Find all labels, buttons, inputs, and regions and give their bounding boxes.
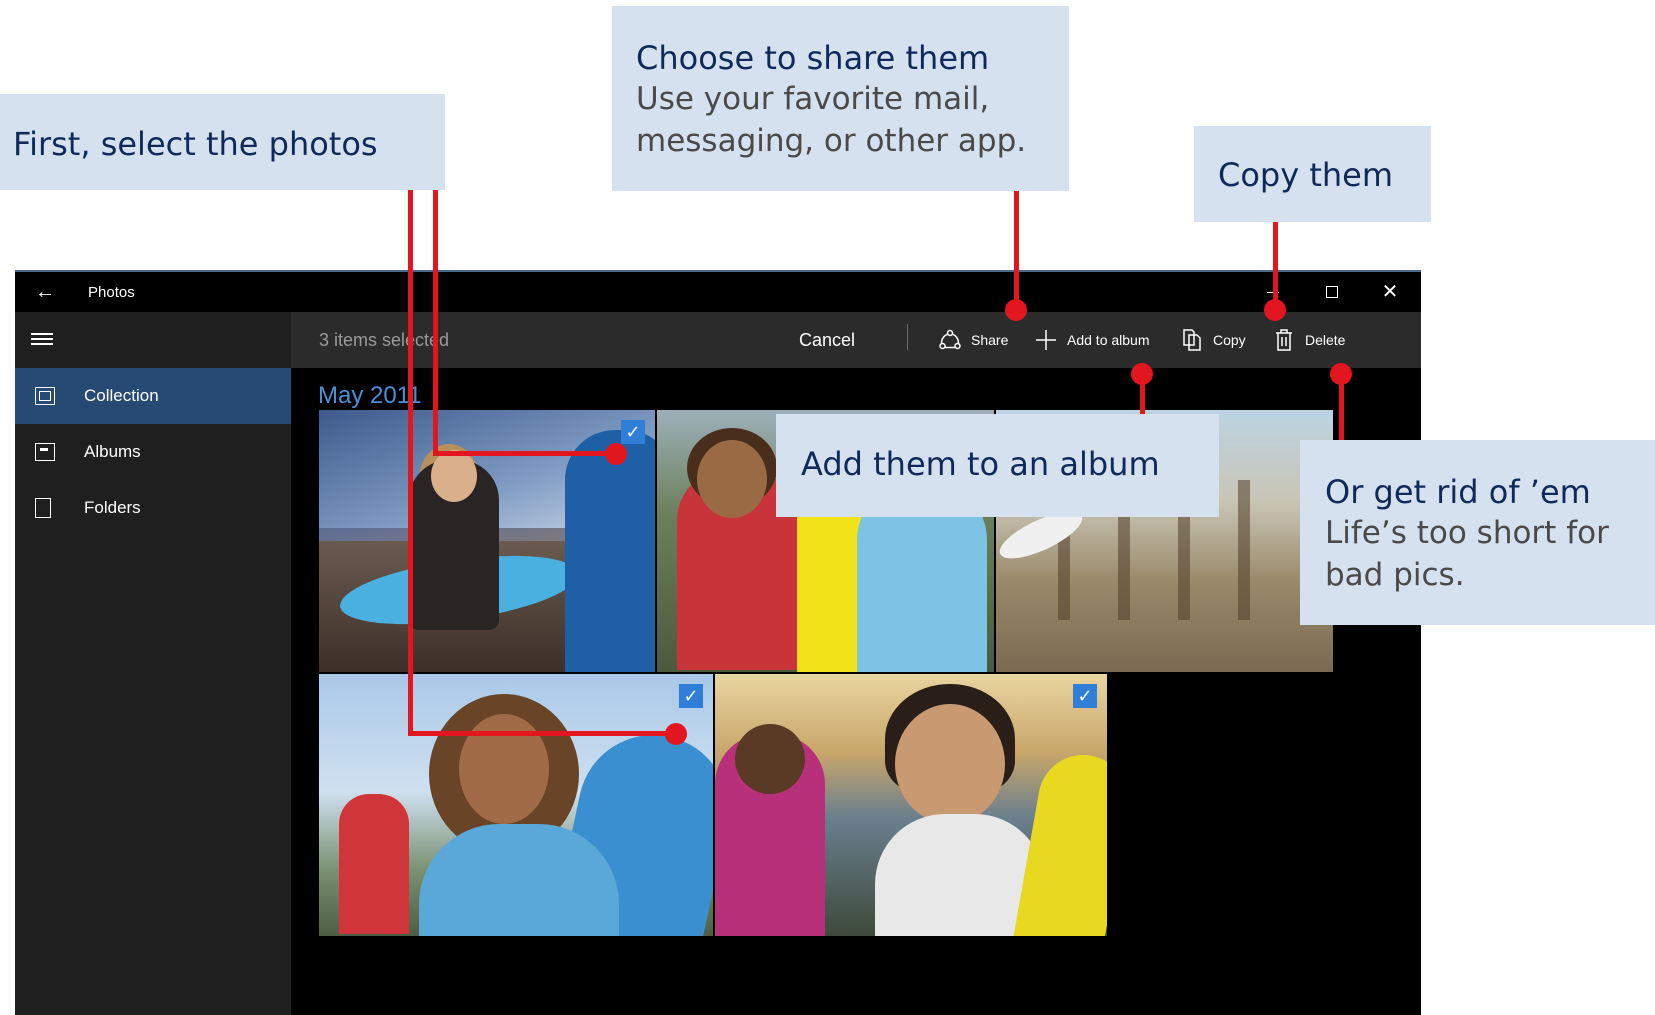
hamburger-menu-icon[interactable]: [31, 330, 57, 350]
albums-icon: [35, 443, 55, 461]
photo-tile[interactable]: ✓: [319, 674, 713, 936]
callout-copy: Copy them: [1194, 126, 1431, 222]
add-to-album-button[interactable]: Add to album: [1033, 326, 1150, 354]
connector-dot: [1264, 299, 1286, 321]
close-button[interactable]: ✕: [1361, 272, 1419, 312]
plus-icon: [1033, 327, 1059, 353]
connector-dot: [1131, 363, 1153, 385]
checkbox-checked-icon[interactable]: ✓: [621, 420, 645, 444]
delete-label: Delete: [1305, 332, 1346, 348]
callout-heading: Or get rid of ’em: [1325, 473, 1591, 511]
callout-heading: Add them to an album: [801, 445, 1160, 483]
callout-delete: Or get rid of ’em Life’s too short for b…: [1300, 440, 1655, 625]
copy-icon: [1179, 327, 1205, 353]
cancel-button[interactable]: Cancel: [799, 330, 855, 351]
maximize-icon: [1326, 286, 1338, 298]
sidebar-item-folders[interactable]: Folders: [15, 480, 291, 536]
connector-dot: [1330, 363, 1352, 385]
connector-line: [1014, 191, 1019, 309]
share-icon: [937, 327, 963, 353]
folders-icon: [35, 498, 51, 518]
connector-line: [408, 190, 413, 736]
add-to-album-label: Add to album: [1067, 332, 1150, 348]
sidebar: Collection Albums Folders: [15, 312, 291, 1015]
checkbox-checked-icon[interactable]: ✓: [1073, 684, 1097, 708]
copy-label: Copy: [1213, 332, 1246, 348]
back-arrow-icon[interactable]: ←: [33, 281, 57, 303]
collection-icon: [35, 387, 55, 405]
photo-image: [715, 674, 1107, 936]
callout-share: Choose to share them Use your favorite m…: [612, 6, 1069, 191]
month-header: May 2011: [318, 382, 422, 409]
delete-button[interactable]: Delete: [1271, 326, 1345, 354]
sidebar-item-label: Collection: [84, 386, 159, 405]
photo-tile[interactable]: ✓: [319, 410, 655, 672]
callout-description: Use your favorite mail, messaging, or ot…: [636, 81, 1027, 159]
connector-line: [433, 190, 438, 456]
connector-line: [433, 451, 616, 456]
divider: [907, 324, 908, 350]
callout-description: Life’s too short for bad pics.: [1325, 515, 1609, 593]
connector-line: [408, 731, 675, 736]
command-bar: 3 items selected Cancel Share Add to alb…: [291, 312, 1421, 368]
connector-line: [1273, 222, 1278, 309]
share-button[interactable]: Share: [937, 326, 1008, 354]
sidebar-item-albums[interactable]: Albums: [15, 424, 291, 480]
checkbox-checked-icon[interactable]: ✓: [679, 684, 703, 708]
photos-app-window: ← Photos ✕ Collection Albums Folders 3 i…: [15, 270, 1421, 1015]
callout-heading: Copy them: [1218, 156, 1394, 194]
close-icon: ✕: [1381, 281, 1399, 303]
photo-image: [319, 410, 655, 672]
sidebar-item-collection[interactable]: Collection: [15, 368, 291, 424]
maximize-button[interactable]: [1303, 272, 1361, 312]
sidebar-item-label: Albums: [84, 442, 141, 461]
app-title: Photos: [88, 284, 135, 301]
photo-image: [319, 674, 713, 936]
callout-heading: Choose to share them: [636, 39, 990, 77]
selection-count: 3 items selected: [319, 330, 450, 350]
title-bar: ← Photos ✕: [15, 272, 1421, 312]
trash-icon: [1271, 327, 1297, 353]
sidebar-item-label: Folders: [84, 498, 141, 517]
photo-tile[interactable]: ✓: [715, 674, 1107, 936]
callout-heading: First, select the photos: [13, 125, 378, 163]
callout-add-to-album: Add them to an album: [776, 414, 1219, 517]
connector-dot: [1005, 299, 1027, 321]
copy-button[interactable]: Copy: [1179, 326, 1246, 354]
connector-dot: [665, 723, 687, 745]
share-label: Share: [971, 332, 1009, 348]
callout-select-photos: First, select the photos: [0, 94, 445, 190]
connector-dot: [605, 443, 627, 465]
